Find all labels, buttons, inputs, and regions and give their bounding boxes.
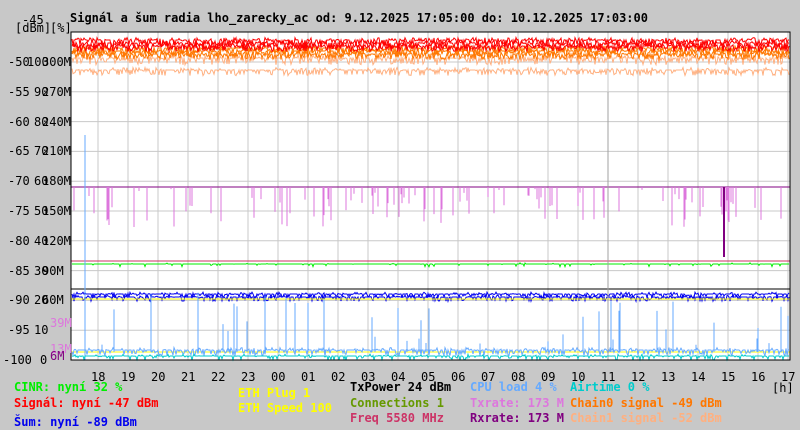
top-tick: -45: [22, 13, 44, 27]
page-title: Signál a šum radia lho_zarecky_ac od: 9.…: [70, 11, 648, 25]
y-tick-rate: 240M: [42, 114, 71, 129]
y-tick-dbm: -65: [8, 144, 30, 159]
y-tick-dbm: -70: [8, 174, 30, 189]
x-tick-hour: 16: [751, 370, 766, 384]
x-tick-hour: 19: [121, 370, 136, 384]
plot-background: [71, 32, 790, 360]
legend-connections: Connections 1: [350, 396, 444, 410]
legend-airtime: Airtime 0 %: [570, 380, 650, 394]
x-tick-hour: 23: [241, 370, 256, 384]
unit-pct: [%]: [50, 21, 72, 35]
y-tick-rate: 90M: [42, 263, 64, 278]
x-tick-hour: 00: [271, 370, 286, 384]
x-tick-hour: 02: [331, 370, 346, 384]
legend-chain0: Chain0 signal -49 dBm: [570, 396, 722, 410]
legend-noise: Šum: nyní -89 dBm: [14, 415, 137, 429]
x-tick-hour: 13: [661, 370, 676, 384]
hour-unit: [h]: [772, 381, 794, 395]
legend-eth-speed: ETH Speed 100: [238, 401, 332, 415]
y-tick-dbm: -75: [8, 204, 30, 218]
y-tick-39m: 39M: [50, 316, 72, 330]
chart-window: Signál a šum radia lho_zarecky_ac od: 9.…: [0, 0, 800, 430]
y-tick-dbm: -90: [8, 293, 30, 308]
x-tick-hour: 14: [691, 370, 706, 384]
y-tick-rate: 180M: [42, 174, 71, 189]
legend-cpu: CPU load 4 %: [470, 380, 557, 394]
y-tick-dbm: -55: [8, 84, 30, 99]
y-tick-pct: 10: [34, 323, 49, 338]
legend-eth-plug: ETH Plug 1: [238, 386, 311, 400]
y-tick-dbm: -100: [3, 353, 32, 367]
y-tick-dbm: -60: [8, 114, 30, 129]
legend-signal: Signál: nyní -47 dBm: [14, 396, 159, 410]
x-tick-hour: 22: [211, 370, 226, 384]
y-tick-rate: 120M: [42, 233, 71, 248]
y-tick-pct: 0: [40, 353, 48, 367]
y-tick-6m: 6M: [50, 349, 65, 363]
legend-rxrate: Rxrate: 173 M: [470, 411, 564, 425]
y-tick-rate: 300M: [42, 55, 71, 69]
x-tick-hour: 21: [181, 370, 196, 384]
y-tick-dbm: -80: [8, 233, 30, 248]
y-tick-dbm: -95: [8, 323, 30, 338]
y-tick-rate: 270M: [42, 84, 71, 99]
legend-txrate: Txrate: 173 M: [470, 396, 564, 410]
signal-noise-graph: [70, 31, 791, 362]
y-tick-rate: 150M: [42, 204, 71, 218]
legend-chain1: Chain1 signal -52 dBm: [570, 411, 722, 425]
x-tick-hour: 20: [151, 370, 166, 384]
x-tick-hour: 06: [451, 370, 466, 384]
legend-cinr: CINR: nyní 32 %: [14, 380, 123, 394]
x-tick-hour: 15: [721, 370, 736, 384]
x-tick-hour: 01: [301, 370, 316, 384]
y-tick-dbm: -85: [8, 263, 30, 278]
legend-freq: Freq 5580 MHz: [350, 411, 444, 425]
legend-txpower: TxPower 24 dBm: [350, 380, 452, 394]
y-tick-rate: 60M: [42, 293, 64, 308]
y-tick-rate: 210M: [42, 144, 71, 159]
